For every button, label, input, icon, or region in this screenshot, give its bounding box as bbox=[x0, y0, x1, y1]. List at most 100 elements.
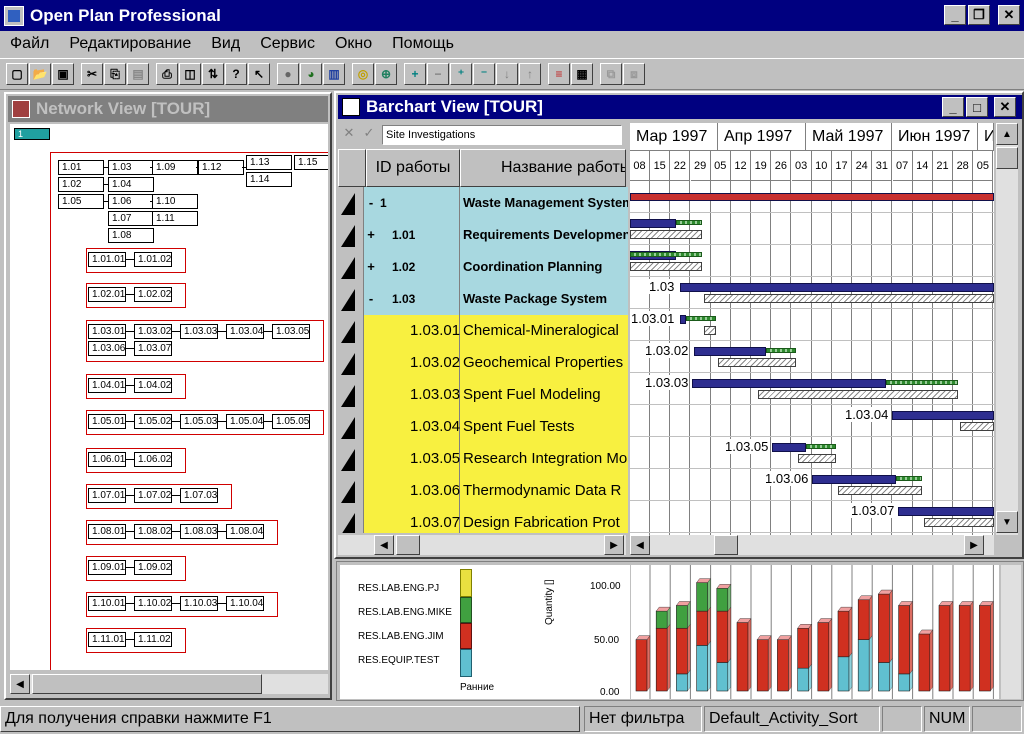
gantt-bar[interactable] bbox=[694, 347, 766, 356]
network-node[interactable]: 1.10.04 bbox=[226, 596, 264, 611]
gantt-bar[interactable] bbox=[772, 443, 806, 452]
resource-vscrollbar[interactable] bbox=[1001, 565, 1021, 699]
network-node[interactable]: 1.06.01 bbox=[88, 452, 126, 467]
table-row[interactable]: -1.03 Waste Package System bbox=[338, 282, 628, 315]
network-node[interactable]: 1.14 bbox=[246, 172, 292, 187]
cell-id[interactable]: -1.03 bbox=[364, 282, 460, 315]
link-icon[interactable]: ⁺ bbox=[450, 63, 472, 85]
network-node[interactable]: 1.01 bbox=[58, 160, 104, 175]
network-node[interactable]: 1.15 bbox=[294, 155, 328, 170]
network-node[interactable]: 1.04.01 bbox=[88, 378, 126, 393]
cell-name[interactable]: Chemical-Mineralogical bbox=[460, 314, 628, 347]
baseline-bar[interactable] bbox=[838, 486, 922, 495]
baseline-bar[interactable] bbox=[798, 454, 836, 463]
network-node[interactable]: 1.11 bbox=[152, 211, 198, 226]
cell-name[interactable]: Research Integration Mo bbox=[460, 442, 628, 475]
baseline-bar[interactable] bbox=[704, 326, 716, 335]
circle-icon[interactable]: ● bbox=[277, 63, 299, 85]
row-header[interactable] bbox=[338, 474, 364, 507]
cell-id[interactable]: 1.03.01 bbox=[364, 314, 460, 347]
table-row[interactable]: 1.03.04 Spent Fuel Tests bbox=[338, 410, 628, 443]
network-root-node[interactable]: 1 bbox=[14, 128, 50, 140]
network-node[interactable]: 1.02 bbox=[58, 177, 104, 192]
chart-icon[interactable]: ▥ bbox=[323, 63, 345, 85]
network-node[interactable]: 1.04 bbox=[108, 177, 154, 192]
table-row[interactable]: 1.03.01 Chemical-Mineralogical bbox=[338, 314, 628, 347]
scroll-right-button[interactable]: ▶ bbox=[964, 535, 984, 555]
table-hscrollbar[interactable]: ◀ ▶ bbox=[338, 535, 626, 555]
cell-edit-input[interactable]: Site Investigations bbox=[382, 125, 622, 145]
cell-id[interactable]: 1.03.07 bbox=[364, 506, 460, 533]
barchart-maximize-button[interactable]: □ bbox=[966, 97, 988, 117]
color-bars-icon[interactable]: ≡ bbox=[548, 63, 570, 85]
move-down-icon[interactable]: ↓ bbox=[496, 63, 518, 85]
network-node[interactable]: 1.08 bbox=[108, 228, 154, 243]
row-header[interactable] bbox=[338, 282, 364, 315]
cell-name[interactable]: Spent Fuel Tests bbox=[460, 410, 628, 443]
gantt-bar[interactable] bbox=[630, 193, 994, 201]
remove-icon[interactable]: − bbox=[427, 63, 449, 85]
network-node[interactable]: 1.13 bbox=[246, 155, 292, 170]
gantt-vscrollbar[interactable]: ▲ ▼ bbox=[996, 123, 1018, 535]
network-node[interactable]: 1.08.04 bbox=[226, 524, 264, 539]
network-view-icon[interactable] bbox=[12, 100, 30, 118]
menu-help[interactable]: Помощь bbox=[382, 32, 464, 56]
row-header[interactable] bbox=[338, 187, 364, 219]
window-cascade-icon[interactable]: ⧈ bbox=[623, 63, 645, 85]
cell-id[interactable]: -1 bbox=[364, 187, 460, 219]
float-bar[interactable] bbox=[686, 316, 716, 321]
network-node[interactable]: 1.02.01 bbox=[88, 287, 126, 302]
row-header[interactable] bbox=[338, 506, 364, 533]
add-icon[interactable]: + bbox=[404, 63, 426, 85]
network-node[interactable]: 1.09 bbox=[152, 160, 198, 175]
float-bar[interactable] bbox=[630, 252, 702, 257]
network-node[interactable]: 1.07 bbox=[108, 211, 154, 226]
cancel-edit-button[interactable]: ✕ bbox=[340, 125, 358, 145]
context-help-icon[interactable]: ↖ bbox=[248, 63, 270, 85]
network-node[interactable]: 1.05.05 bbox=[272, 414, 310, 429]
table-row[interactable]: 1.03.06 Thermodynamic Data R bbox=[338, 474, 628, 507]
gantt-bar[interactable] bbox=[898, 507, 994, 516]
network-node[interactable]: 1.05 bbox=[58, 194, 104, 209]
gantt-bar[interactable] bbox=[692, 379, 886, 388]
scroll-thumb[interactable] bbox=[32, 674, 262, 694]
menu-file[interactable]: Файл bbox=[0, 32, 59, 56]
app-icon[interactable] bbox=[4, 5, 24, 26]
window-tile-icon[interactable]: ⧉ bbox=[600, 63, 622, 85]
sort-icon[interactable]: ⇅ bbox=[202, 63, 224, 85]
expand-toggle[interactable]: + bbox=[364, 227, 378, 242]
barchart-minimize-button[interactable]: _ bbox=[942, 97, 964, 117]
network-node[interactable]: 1.10.03 bbox=[180, 596, 218, 611]
gantt-bar[interactable] bbox=[812, 475, 896, 484]
network-node[interactable]: 1.07.01 bbox=[88, 488, 126, 503]
menu-edit[interactable]: Редактирование bbox=[59, 32, 201, 56]
close-button[interactable]: ✕ bbox=[998, 5, 1020, 25]
network-view-window[interactable]: Network View [TOUR] 1 1.01 1.02 1.05 1.03 1.… bbox=[4, 92, 332, 700]
scroll-left-button[interactable]: ◀ bbox=[10, 674, 30, 694]
cell-id[interactable]: 1.03.06 bbox=[364, 474, 460, 507]
network-hscrollbar[interactable]: ◀ bbox=[10, 674, 328, 694]
scroll-left-button[interactable]: ◀ bbox=[630, 535, 650, 555]
table-row[interactable]: 1.03.03 Spent Fuel Modeling bbox=[338, 378, 628, 411]
barchart-view-icon[interactable] bbox=[342, 98, 360, 116]
open-icon[interactable]: 📂 bbox=[29, 63, 51, 85]
grid-icon[interactable]: ▦ bbox=[571, 63, 593, 85]
network-node[interactable]: 1.10.01 bbox=[88, 596, 126, 611]
scroll-down-button[interactable]: ▼ bbox=[996, 511, 1018, 533]
minimize-button[interactable]: _ bbox=[944, 5, 966, 25]
network-node[interactable]: 1.06.02 bbox=[134, 452, 172, 467]
network-node[interactable]: 1.03.07 bbox=[134, 341, 172, 356]
table-row[interactable]: 1.03.07 Design Fabrication Prot bbox=[338, 506, 628, 533]
baseline-bar[interactable] bbox=[960, 422, 994, 431]
network-node[interactable]: 1.06 bbox=[108, 194, 154, 209]
network-node[interactable]: 1.11.01 bbox=[88, 632, 126, 647]
resource-histogram-pane[interactable]: RES.LAB.ENG.PJ RES.LAB.ENG.MIKE RES.LAB.… bbox=[336, 561, 1024, 701]
save-icon[interactable]: ▣ bbox=[52, 63, 74, 85]
menu-tools[interactable]: Сервис bbox=[250, 32, 325, 56]
baseline-bar[interactable] bbox=[924, 518, 994, 527]
network-node[interactable]: 1.10.02 bbox=[134, 596, 172, 611]
expand-toggle[interactable]: + bbox=[364, 259, 378, 274]
network-node[interactable]: 1.05.02 bbox=[134, 414, 172, 429]
move-up-icon[interactable]: ↑ bbox=[519, 63, 541, 85]
gantt-bar[interactable] bbox=[630, 219, 676, 228]
